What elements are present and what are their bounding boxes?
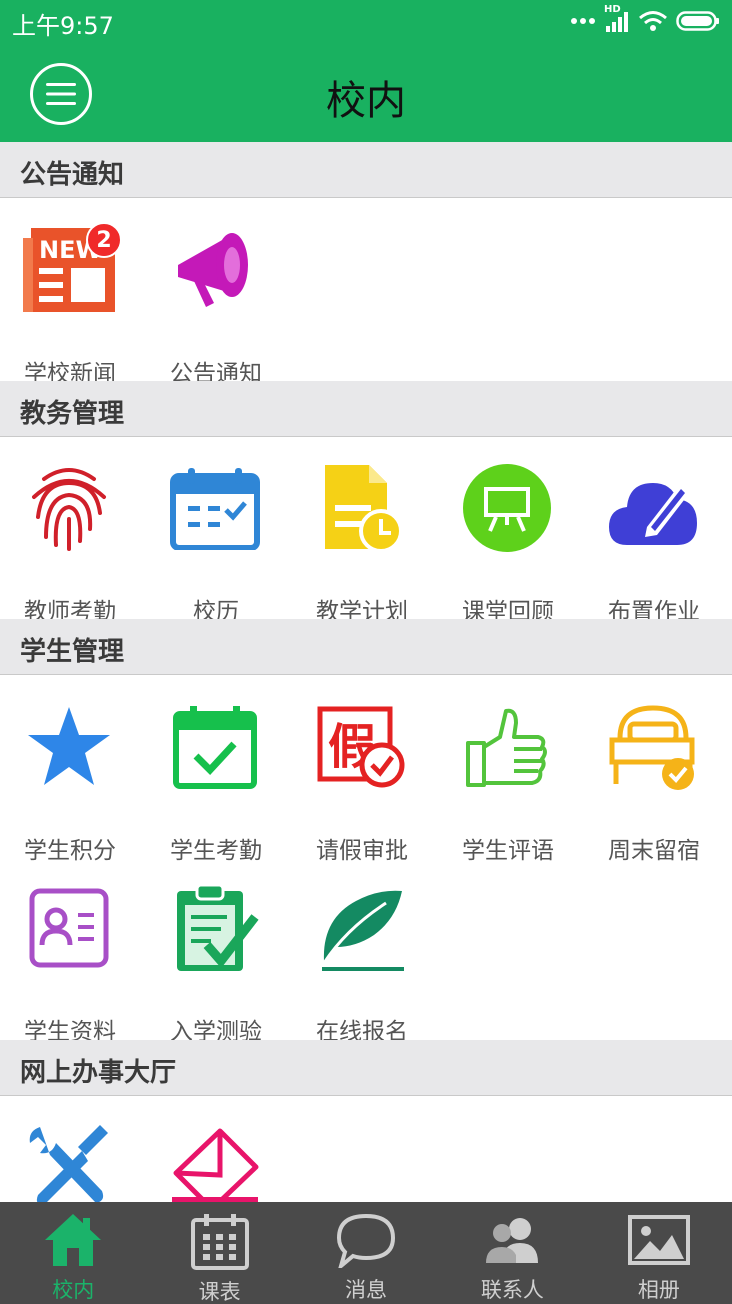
star-icon [23,701,115,793]
nav-label: 联系人 [480,1278,544,1302]
grid-item-label: 请假审批 [316,838,408,864]
cloud-pencil-icon [607,462,699,554]
section-header-academic: 教务管理 [0,381,732,437]
home-icon [42,1212,104,1268]
envelope-icon [169,1122,261,1202]
thumbs-up-icon [461,701,553,793]
nav-item-timetable[interactable]: 课表 [146,1202,292,1304]
album-icon [627,1212,690,1268]
grid-item-label: 周末留宿 [608,838,700,864]
nav-item-messages[interactable]: 消息 [293,1202,439,1304]
feather-icon [315,882,407,974]
nav-item-album[interactable]: 相册 [586,1202,732,1304]
section-title: 公告通知 [20,160,125,190]
grid-item-label: 学生积分 [24,838,116,864]
signal-icon: HD [604,4,630,34]
status-time: 上午9:57 [12,12,114,40]
app-bar: 校内 [0,42,732,142]
section-header-announcements: 公告通知 [0,142,732,198]
nav-label: 相册 [637,1278,680,1302]
leave-approval-icon: 假 [315,701,407,793]
battery-icon [676,11,719,31]
calendar-icon [169,462,261,554]
grid-item-service-mail[interactable] [146,1122,292,1202]
tools-icon [23,1122,115,1202]
nav-label: 消息 [345,1278,388,1302]
calendar-check-icon [169,701,261,793]
unread-count-badge: 2 [86,222,122,258]
grid-item-service-tools[interactable] [0,1122,146,1202]
section-title: 网上办事大厅 [20,1058,177,1088]
bed-icon [607,701,699,793]
more-dots-icon [571,18,595,24]
status-icons: HD [570,4,720,36]
section-title: 教务管理 [20,399,125,429]
nav-label: 课表 [198,1280,241,1304]
nav-label: 校内 [52,1278,95,1302]
contacts-icon [481,1212,543,1268]
id-card-icon [23,882,115,974]
wifi-icon [639,11,667,31]
bottom-navigation: 校内 课表 消息 联系人 相册 [0,1202,732,1304]
clipboard-check-icon [169,882,261,974]
chat-icon [335,1212,397,1268]
section-header-online-service: 网上办事大厅 [0,1040,732,1096]
page-title: 校内 [326,78,406,124]
timetable-icon [189,1212,251,1270]
nav-item-contacts[interactable]: 联系人 [439,1202,585,1304]
fingerprint-icon [23,462,115,554]
grid-item-label: 学生评语 [462,838,554,864]
nav-item-campus[interactable]: 校内 [0,1202,146,1304]
board-icon [461,462,553,554]
section-header-student: 学生管理 [0,619,732,675]
status-bar: 上午9:57 HD [0,0,732,42]
section-title: 学生管理 [20,637,125,667]
plan-document-icon [315,462,407,554]
grid-item-label: 学生考勤 [170,838,262,864]
megaphone-icon [169,224,261,316]
